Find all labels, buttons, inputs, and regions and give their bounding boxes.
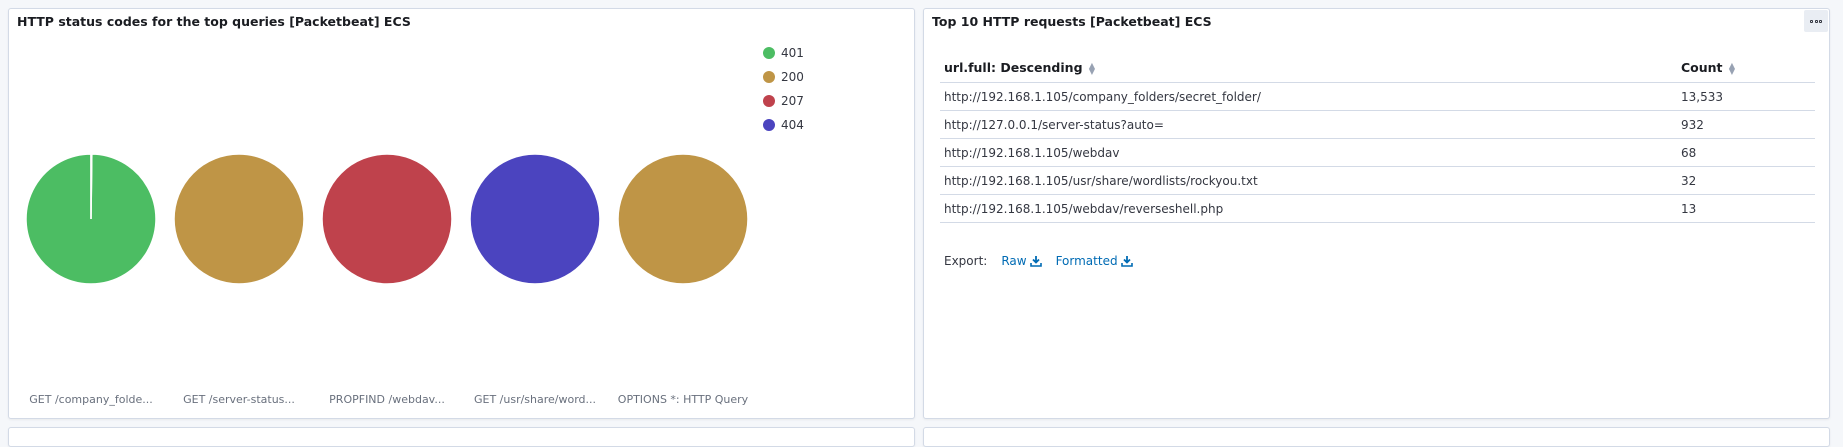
requests-table: url.full: Descending ▲ ▼ Count ▲ ▼ http://… — [940, 53, 1815, 223]
legend-label: 207 — [781, 94, 804, 108]
pie-label: GET /usr/share/word... — [473, 393, 597, 406]
download-icon — [1120, 255, 1133, 267]
legend-dot — [763, 119, 775, 131]
pie-slice-404[interactable] — [469, 153, 601, 285]
status-codes-panel: HTTP status codes for the top queries [P… — [8, 8, 915, 419]
table-row: http://192.168.1.105/webdav/reverseshell… — [940, 194, 1815, 223]
panel-options-button[interactable] — [1804, 10, 1828, 32]
export-label: Export: — [944, 254, 988, 268]
pie-label: GET /server-status... — [183, 393, 295, 406]
table-row: http://127.0.0.1/server-status?auto= 932 — [940, 110, 1815, 139]
pie-slice-200[interactable] — [617, 153, 749, 285]
url-cell[interactable]: http://192.168.1.105/webdav/reverseshell… — [940, 194, 1677, 223]
legend-item-207[interactable]: 207 — [763, 94, 804, 108]
export-row: Export: Raw Formatted — [944, 254, 1133, 268]
table-header-row: url.full: Descending ▲ ▼ Count ▲ ▼ — [940, 53, 1815, 83]
sort-icon: ▲ ▼ — [1088, 60, 1096, 76]
legend-item-401[interactable]: 401 — [763, 46, 804, 60]
legend-dot — [763, 71, 775, 83]
column-header-label: Count — [1681, 60, 1723, 75]
count-cell: 13,533 — [1677, 82, 1815, 111]
more-options-icon — [1810, 19, 1822, 23]
legend-dot — [763, 95, 775, 107]
count-cell: 32 — [1677, 166, 1815, 195]
pie-slice-207[interactable] — [321, 153, 453, 285]
dashboard-panel — [8, 427, 915, 447]
export-raw-label: Raw — [1001, 254, 1027, 268]
column-header-url[interactable]: url.full: Descending ▲ ▼ — [940, 53, 1677, 83]
legend-label: 200 — [781, 70, 804, 84]
count-cell: 68 — [1677, 138, 1815, 167]
count-cell: 932 — [1677, 110, 1815, 139]
count-cell: 13 — [1677, 194, 1815, 223]
pie-label: PROPFIND /webdav... — [329, 393, 445, 406]
url-cell[interactable]: http://192.168.1.105/usr/share/wordlists… — [940, 166, 1677, 195]
export-raw-link[interactable]: Raw — [1001, 254, 1042, 268]
url-cell[interactable]: http://192.168.1.105/webdav — [940, 138, 1677, 167]
pie-slice-200[interactable] — [90, 153, 93, 220]
sort-icon: ▲ ▼ — [1728, 60, 1736, 76]
panel-title: Top 10 HTTP requests [Packetbeat] ECS — [932, 14, 1212, 29]
dashboard-panel — [923, 427, 1830, 447]
pie-label: OPTIONS *: HTTP Query — [617, 393, 749, 406]
legend-label: 404 — [781, 118, 804, 132]
url-cell[interactable]: http://192.168.1.105/company_folders/sec… — [940, 82, 1677, 111]
pie-slice-200[interactable] — [173, 153, 305, 285]
legend-dot — [763, 47, 775, 59]
table-row: http://192.168.1.105/usr/share/wordlists… — [940, 166, 1815, 195]
legend-item-404[interactable]: 404 — [763, 118, 804, 132]
column-header-label: url.full: Descending — [944, 60, 1083, 75]
pie-label: GET /company_folde... — [29, 393, 153, 406]
export-formatted-link[interactable]: Formatted — [1056, 254, 1133, 268]
legend-item-200[interactable]: 200 — [763, 70, 804, 84]
download-icon — [1029, 255, 1042, 267]
export-formatted-label: Formatted — [1055, 254, 1118, 268]
table-row: http://192.168.1.105/company_folders/sec… — [940, 82, 1815, 111]
legend-label: 401 — [781, 46, 804, 60]
top-requests-panel: Top 10 HTTP requests [Packetbeat] ECS ur… — [923, 8, 1830, 419]
table-row: http://192.168.1.105/webdav 68 — [940, 138, 1815, 167]
url-cell[interactable]: http://127.0.0.1/server-status?auto= — [940, 110, 1677, 139]
column-header-count[interactable]: Count ▲ ▼ — [1677, 53, 1815, 83]
